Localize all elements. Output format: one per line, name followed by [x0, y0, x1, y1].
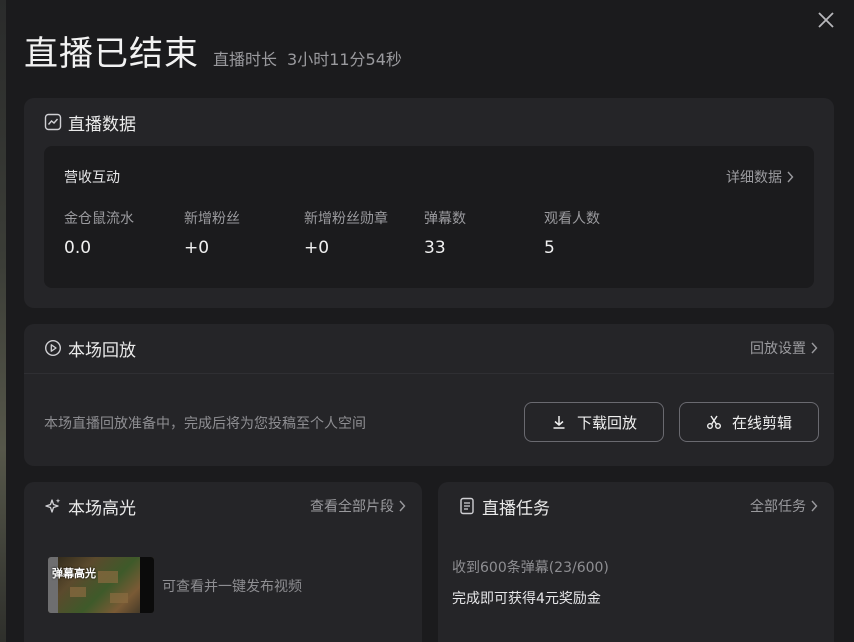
stat-label: 新增粉丝勋章	[304, 211, 388, 227]
stat-value: 0.0	[64, 238, 92, 258]
task-reward: 完成即可获得4元奖励金	[452, 591, 601, 607]
sparkle-icon	[44, 497, 62, 515]
stat-label: 观看人数	[544, 211, 600, 227]
stat-item: 新增粉丝勋章 +0	[304, 208, 424, 258]
live-ended-dialog: 直播已结束 直播时长 3小时11分54秒 直播数据 营收互动 详细数据 金仓鼠流…	[6, 0, 854, 642]
chevron-right-icon	[811, 342, 818, 354]
highlight-title: 本场高光	[68, 498, 136, 519]
play-circle-icon	[44, 339, 62, 357]
dialog-header: 直播已结束 直播时长 3小时11分54秒	[24, 26, 402, 75]
highlight-card: 本场高光 查看全部片段 弹幕高光 可查看并一键发布视频	[24, 482, 422, 642]
close-icon	[818, 12, 834, 28]
stat-value: +0	[184, 238, 210, 258]
stat-item: 新增粉丝 +0	[184, 208, 304, 258]
view-all-clips-link[interactable]: 查看全部片段	[310, 496, 406, 516]
download-replay-label: 下载回放	[576, 413, 637, 432]
download-icon	[551, 414, 567, 430]
all-tasks-label: 全部任务	[750, 499, 806, 515]
duration-value: 3小时11分54秒	[287, 50, 402, 69]
chart-icon	[44, 113, 62, 131]
chevron-right-icon	[811, 500, 818, 512]
chevron-right-icon	[787, 171, 794, 183]
stat-item: 观看人数 5	[544, 208, 664, 258]
replay-title: 本场回放	[68, 340, 136, 361]
thumbnail-detail	[70, 587, 86, 597]
online-edit-label: 在线剪辑	[731, 413, 792, 432]
replay-settings-link[interactable]: 回放设置	[750, 338, 818, 358]
view-all-clips-label: 查看全部片段	[310, 499, 394, 515]
thumbnail-detail	[110, 593, 128, 603]
highlight-description: 可查看并一键发布视频	[162, 579, 302, 595]
replay-card: 本场回放 回放设置 本场直播回放准备中，完成后将为您投稿至个人空间 下载回放 在…	[24, 324, 834, 466]
chevron-right-icon	[399, 500, 406, 512]
stat-item: 金仓鼠流水 0.0	[64, 208, 184, 258]
stat-value: 33	[424, 238, 446, 258]
online-edit-button[interactable]: 在线剪辑	[679, 402, 819, 442]
highlight-thumbnail[interactable]: 弹幕高光	[48, 557, 154, 613]
stats-row: 金仓鼠流水 0.0 新增粉丝 +0 新增粉丝勋章 +0 弹幕数 33 观看人数	[44, 208, 814, 258]
replay-description: 本场直播回放准备中，完成后将为您投稿至个人空间	[44, 416, 366, 432]
revenue-interaction-panel: 营收互动 详细数据 金仓鼠流水 0.0 新增粉丝 +0 新增粉丝勋章 +0 弹幕…	[44, 146, 814, 288]
close-button[interactable]	[816, 10, 836, 30]
replay-settings-label: 回放设置	[750, 341, 806, 357]
thumbnail-badge: 弹幕高光	[52, 567, 96, 580]
detail-data-label: 详细数据	[726, 170, 782, 186]
stat-value: +0	[304, 238, 330, 258]
detail-data-link[interactable]: 详细数据	[726, 167, 794, 187]
thumbnail-detail	[98, 571, 118, 583]
live-tasks-header: 直播任务 全部任务	[438, 482, 834, 530]
stat-value: 5	[544, 238, 555, 258]
stat-item: 弹幕数 33	[424, 208, 544, 258]
divider	[24, 373, 834, 374]
document-icon	[458, 497, 476, 515]
all-tasks-link[interactable]: 全部任务	[750, 496, 818, 516]
section-label: 营收互动	[64, 170, 120, 186]
stat-label: 金仓鼠流水	[64, 211, 134, 227]
live-tasks-title: 直播任务	[482, 498, 550, 519]
scissors-icon	[706, 414, 722, 430]
duration-label: 直播时长	[213, 50, 278, 69]
task-progress: 收到600条弹幕(23/600)	[452, 560, 609, 576]
live-tasks-card: 直播任务 全部任务 收到600条弹幕(23/600) 完成即可获得4元奖励金	[438, 482, 834, 642]
highlight-header: 本场高光 查看全部片段	[24, 482, 422, 530]
replay-header: 本场回放 回放设置	[24, 324, 834, 372]
page-title: 直播已结束	[24, 34, 199, 74]
thumbnail-edge	[140, 557, 154, 613]
live-stats-title: 直播数据	[68, 114, 136, 135]
stat-label: 弹幕数	[424, 211, 466, 227]
live-stats-card: 直播数据 营收互动 详细数据 金仓鼠流水 0.0 新增粉丝 +0 新增粉丝勋章 …	[24, 98, 834, 308]
live-stats-header: 直播数据	[24, 98, 834, 146]
download-replay-button[interactable]: 下载回放	[524, 402, 664, 442]
stat-label: 新增粉丝	[184, 211, 240, 227]
